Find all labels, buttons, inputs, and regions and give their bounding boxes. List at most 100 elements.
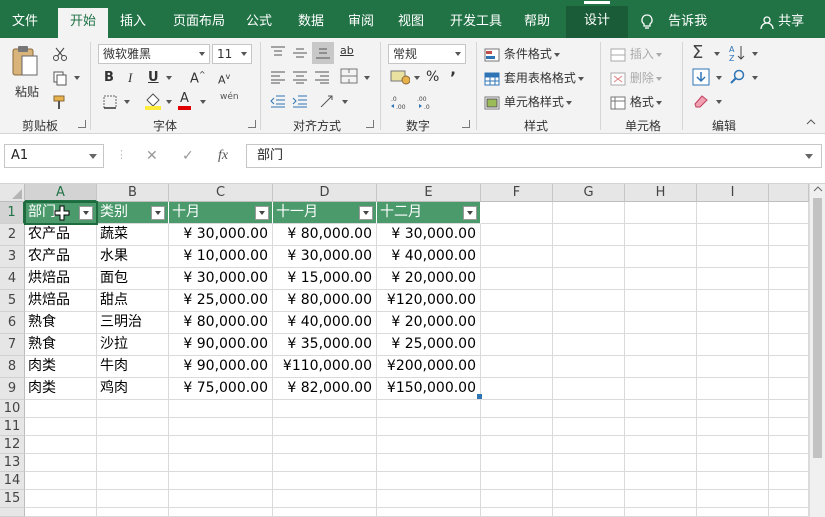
empty-cell[interactable] — [553, 472, 625, 490]
empty-cell[interactable] — [481, 290, 553, 312]
table-header-cell[interactable]: 类别 — [97, 202, 169, 224]
row-header[interactable]: 11 — [0, 418, 25, 436]
empty-cell[interactable] — [377, 472, 481, 490]
table-cell[interactable]: 沙拉 — [97, 334, 169, 356]
table-cell[interactable]: ¥ 30,000.00 — [377, 224, 481, 246]
tell-me-box[interactable]: 告诉我 — [640, 8, 707, 38]
filter-dropdown-icon[interactable] — [255, 206, 269, 220]
table-cell[interactable]: ¥ 90,000.00 — [169, 334, 273, 356]
find-dropdown-icon[interactable] — [752, 76, 758, 80]
empty-cell[interactable] — [481, 334, 553, 356]
empty-cell[interactable] — [169, 418, 273, 436]
table-cell[interactable]: ¥120,000.00 — [377, 290, 481, 312]
tab-review[interactable]: 审阅 — [340, 8, 382, 38]
row-header[interactable]: 1 — [0, 202, 25, 224]
empty-cell[interactable] — [169, 472, 273, 490]
table-cell[interactable]: 水果 — [97, 246, 169, 268]
empty-cell[interactable] — [625, 454, 697, 472]
empty-cell[interactable] — [553, 202, 625, 224]
clear-dropdown-icon[interactable] — [716, 100, 722, 104]
tab-view[interactable]: 视图 — [390, 8, 432, 38]
table-cell[interactable]: ¥ 30,000.00 — [169, 224, 273, 246]
table-cell[interactable]: ¥ 82,000.00 — [273, 378, 377, 400]
align-left-icon[interactable] — [270, 70, 286, 84]
empty-cell[interactable] — [769, 472, 809, 490]
cancel-entry-button[interactable]: ✕ — [146, 148, 158, 164]
empty-cell[interactable] — [553, 400, 625, 418]
empty-cell[interactable] — [481, 312, 553, 334]
row-header[interactable]: 3 — [0, 246, 25, 268]
share-button[interactable]: 共享 — [760, 8, 804, 38]
empty-cell[interactable] — [769, 508, 809, 517]
column-header-c[interactable]: C — [169, 184, 273, 202]
table-cell[interactable]: 甜点 — [97, 290, 169, 312]
empty-cell[interactable] — [273, 400, 377, 418]
table-cell[interactable]: ¥ 10,000.00 — [169, 246, 273, 268]
table-cell[interactable]: 熟食 — [25, 312, 97, 334]
empty-cell[interactable] — [97, 400, 169, 418]
empty-cell[interactable] — [481, 268, 553, 290]
table-cell[interactable]: ¥110,000.00 — [273, 356, 377, 378]
decrease-decimal-icon[interactable]: .00.0 — [416, 94, 436, 110]
find-select-icon[interactable] — [728, 68, 746, 86]
tab-formulas[interactable]: 公式 — [238, 8, 280, 38]
empty-cell[interactable] — [625, 334, 697, 356]
vertical-scrollbar[interactable] — [809, 184, 825, 517]
empty-cell[interactable] — [25, 490, 97, 508]
table-cell[interactable]: ¥ 40,000.00 — [273, 312, 377, 334]
percent-style-button[interactable]: % — [426, 69, 439, 85]
row-header[interactable]: 12 — [0, 436, 25, 454]
empty-cell[interactable] — [377, 400, 481, 418]
empty-cell[interactable] — [97, 508, 169, 517]
orientation-dropdown-icon[interactable] — [342, 100, 348, 104]
table-cell[interactable]: ¥ 40,000.00 — [377, 246, 481, 268]
empty-cell[interactable] — [169, 436, 273, 454]
row-header[interactable]: 5 — [0, 290, 25, 312]
empty-cell[interactable] — [481, 472, 553, 490]
table-cell[interactable]: 蔬菜 — [97, 224, 169, 246]
empty-cell[interactable] — [553, 508, 625, 517]
filter-dropdown-icon[interactable] — [359, 206, 373, 220]
empty-cell[interactable] — [769, 268, 809, 290]
row-header[interactable]: 8 — [0, 356, 25, 378]
underline-dropdown-icon[interactable] — [166, 76, 172, 80]
empty-cell[interactable] — [553, 454, 625, 472]
fill-down-icon[interactable] — [692, 68, 710, 86]
empty-cell[interactable] — [697, 378, 769, 400]
empty-cell[interactable] — [25, 472, 97, 490]
empty-cell[interactable] — [553, 290, 625, 312]
empty-cell[interactable] — [273, 454, 377, 472]
table-cell[interactable]: ¥ 30,000.00 — [273, 246, 377, 268]
empty-cell[interactable] — [97, 454, 169, 472]
row-header[interactable]: 15 — [0, 490, 25, 508]
empty-cell[interactable] — [377, 490, 481, 508]
empty-cell[interactable] — [769, 454, 809, 472]
filter-dropdown-icon[interactable] — [151, 206, 165, 220]
align-middle-icon[interactable] — [292, 46, 308, 60]
empty-cell[interactable] — [697, 508, 769, 517]
filter-dropdown-icon[interactable] — [79, 206, 93, 220]
empty-cell[interactable] — [273, 472, 377, 490]
empty-cell[interactable] — [25, 418, 97, 436]
number-format-combo[interactable]: 常规 — [388, 44, 466, 64]
empty-cell[interactable] — [625, 418, 697, 436]
table-cell[interactable]: 农产品 — [25, 224, 97, 246]
insert-function-button[interactable]: fx — [218, 148, 228, 164]
empty-cell[interactable] — [769, 202, 809, 224]
column-header-j[interactable] — [769, 184, 809, 202]
select-all-button[interactable] — [0, 184, 25, 202]
empty-cell[interactable] — [25, 508, 97, 517]
cut-icon[interactable] — [52, 46, 68, 62]
empty-cell[interactable] — [625, 436, 697, 454]
empty-cell[interactable] — [553, 268, 625, 290]
worksheet-grid[interactable]: A B C D E F G H I 1 2 3 4 5 6 7 8 9 10 1… — [0, 184, 825, 517]
empty-cell[interactable] — [553, 418, 625, 436]
empty-cell[interactable] — [25, 400, 97, 418]
underline-button[interactable]: U — [148, 70, 159, 85]
table-cell[interactable]: 肉类 — [25, 378, 97, 400]
empty-cell[interactable] — [625, 472, 697, 490]
fill-color-dropdown-icon[interactable] — [166, 100, 172, 104]
empty-cell[interactable] — [625, 508, 697, 517]
copy-dropdown-icon[interactable] — [74, 76, 80, 80]
empty-cell[interactable] — [481, 202, 553, 224]
